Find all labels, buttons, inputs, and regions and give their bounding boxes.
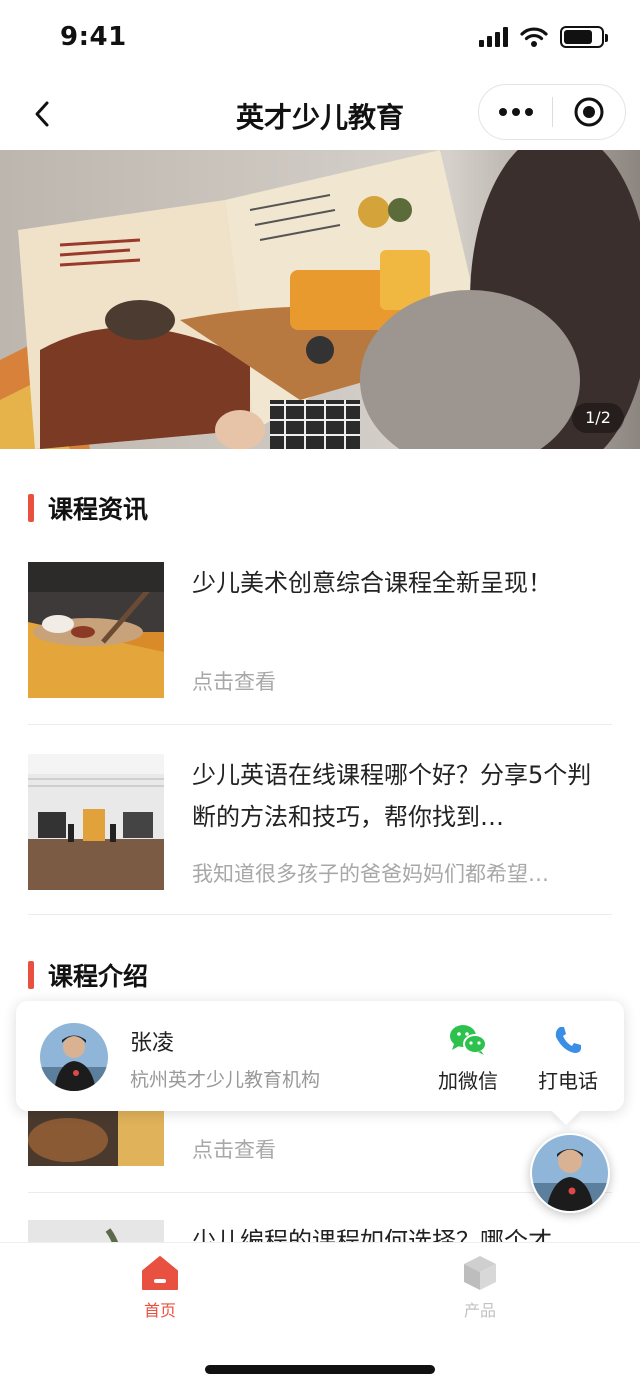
status-time: 9:41 [60,22,127,52]
tab-bar: 首页 产品 [0,1242,640,1386]
article-thumbnail [28,562,164,698]
article-subtitle: 我知道很多孩子的爸爸妈妈们都希望… [192,862,549,886]
status-icons [479,26,608,48]
tab-products-label: 产品 [463,1301,496,1320]
section-header-intro: 课程介绍 [28,958,148,992]
avatar[interactable] [40,1023,108,1091]
add-wechat-label: 加微信 [438,1069,498,1093]
divider [28,724,612,725]
signal-icon [479,27,508,47]
article-thumbnail [28,754,164,890]
status-bar: 9:41 [0,0,640,76]
call-button[interactable]: 打电话 [520,1021,616,1093]
banner-carousel[interactable]: 1/2 [0,150,640,449]
banner-image [0,150,640,449]
tab-products[interactable]: 产品 [400,1253,560,1323]
call-label: 打电话 [538,1069,598,1093]
article-title: 少儿美术创意综合课程全新呈现！ [192,569,552,597]
contact-card: 张凌 杭州英才少儿教育机构 加微信 打电话 [16,1001,624,1111]
banner-page-indicator: 1/2 [572,403,624,433]
article-subtitle: 点击查看 [192,670,276,694]
add-wechat-button[interactable]: 加微信 [420,1021,516,1093]
section-header-news: 课程资讯 [28,491,148,525]
section-accent-bar [28,961,34,989]
article-title: 少儿英语在线课程哪个好？分享5个判断的方法和技巧，帮你找到… [192,761,592,831]
phone-icon [555,1027,581,1053]
target-icon [574,97,604,127]
wechat-icon [450,1025,487,1055]
more-button[interactable] [479,84,552,140]
section-accent-bar [28,494,34,522]
divider [28,1192,612,1193]
cube-icon [464,1256,496,1290]
battery-icon [560,26,608,48]
contact-name: 张凌 [130,1031,175,1056]
tab-home[interactable]: 首页 [80,1253,240,1323]
divider [28,914,612,915]
home-icon [142,1256,178,1290]
nav-bar: 英才少儿教育 [0,76,640,150]
floating-contact-avatar[interactable] [530,1133,610,1213]
section-title-intro: 课程介绍 [48,962,149,991]
wifi-icon [520,27,548,47]
article-item[interactable]: 少儿英语在线课程哪个好？分享5个判断的方法和技巧，帮你找到… 我知道很多孩子的爸… [28,754,612,944]
tab-home-label: 首页 [143,1301,176,1320]
mini-program-capsule [478,84,626,140]
contact-organization: 杭州英才少儿教育机构 [130,1069,321,1091]
section-title-news: 课程资讯 [48,495,149,524]
close-mini-program-button[interactable] [553,84,625,140]
home-indicator [205,1365,435,1374]
